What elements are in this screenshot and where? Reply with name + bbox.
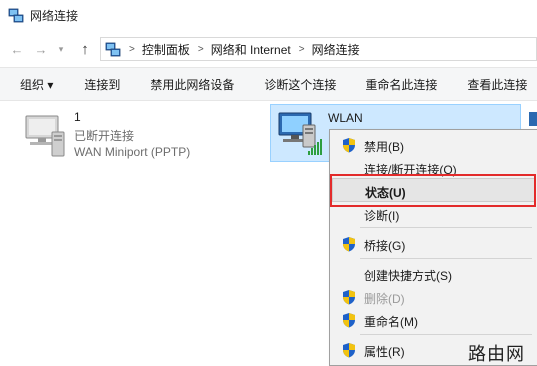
connection-status: 已断开连接 [74,129,135,143]
menu-item-label: 禁用(B) [364,140,404,154]
menu-separator [360,227,532,228]
chevron-right-icon[interactable]: > [299,44,305,55]
up-arrow-icon[interactable]: ↑ [76,40,94,58]
command-toolbar: 组织 ▾ 连接到 禁用此网络设备 诊断这个连接 重命名此连接 查看此连接 [0,67,537,101]
shield-icon [343,343,355,358]
menu-item-label: 属性(R) [364,345,405,359]
address-bar[interactable]: > 控制面板 > 网络和 Internet > 网络连接 [100,37,537,61]
network-connections-icon [8,8,24,23]
menu-item-label: 重命名(M) [364,315,418,329]
shield-icon [343,290,355,305]
shield-icon [343,237,355,252]
connection-device: WAN Miniport (PPTP) [74,145,191,159]
breadcrumb-control-panel[interactable]: 控制面板 [142,41,190,58]
window-title: 网络连接 [30,8,79,23]
network-connections-icon [105,42,121,57]
chevron-right-icon[interactable]: > [198,44,204,55]
back-arrow-icon[interactable]: ← [8,40,26,58]
context-menu: 禁用(B) 连接/断开连接(O) 状态(U) 诊断(I) 桥接(G) 创建快捷方… [329,129,537,366]
disable-device-button[interactable]: 禁用此网络设备 [150,76,234,93]
diagnose-button[interactable]: 诊断这个连接 [264,76,336,93]
highlight-annotation-box [330,174,536,207]
title-bar: 网络连接 [0,0,537,30]
shield-icon [343,313,355,328]
rename-button[interactable]: 重命名此连接 [365,76,437,93]
connection-name: 1 [74,110,81,124]
chevron-right-icon[interactable]: > [129,44,135,55]
breadcrumb-network-connections[interactable]: 网络连接 [312,41,360,58]
menu-item-disable[interactable]: 禁用(B) [330,134,537,156]
menu-item-rename[interactable]: 重命名(M) [330,309,537,331]
wireless-computer-icon [278,112,322,155]
menu-item-create-shortcut[interactable]: 创建快捷方式(S) [330,263,537,285]
recent-locations-chevron-icon[interactable]: ▾ [52,40,70,58]
menu-separator [360,334,532,335]
menu-item-bridge[interactable]: 桥接(G) [330,233,537,255]
computer-disconnected-icon [25,115,65,157]
menu-item-delete[interactable]: 删除(D) [330,286,537,308]
forward-arrow-icon[interactable]: → [32,40,50,58]
watermark-text: 路由网 [468,344,525,365]
connection-name: WLAN [328,111,363,125]
menu-item-label: 诊断(I) [364,209,400,223]
partial-connection-icon [529,112,537,126]
shield-icon [343,138,355,153]
menu-item-label: 桥接(G) [364,239,406,253]
connect-to-button[interactable]: 连接到 [84,76,120,93]
organize-button[interactable]: 组织 ▾ [20,76,53,93]
menu-item-label: 删除(D) [364,292,405,306]
connection-item-pptp[interactable]: 1 已断开连接 WAN Miniport (PPTP) [20,108,240,164]
view-status-button[interactable]: 查看此连接 [467,76,527,93]
breadcrumb-network-internet[interactable]: 网络和 Internet [211,41,291,58]
menu-separator [360,258,532,259]
address-row: ← → ▾ ↑ > 控制面板 > 网络和 Internet > 网络连接 [0,32,537,66]
menu-item-label: 创建快捷方式(S) [364,269,452,283]
